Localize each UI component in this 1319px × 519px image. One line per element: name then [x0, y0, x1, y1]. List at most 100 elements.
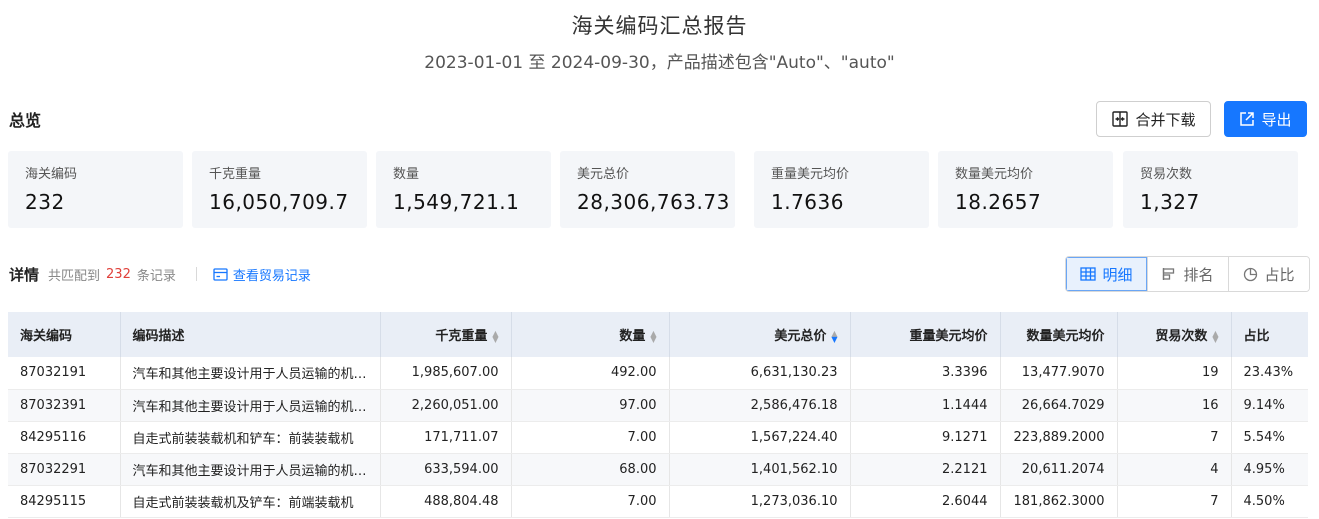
stat-card-quantity-avg-price: 数量美元均价 18.2657 [938, 151, 1113, 228]
rank-icon [1163, 268, 1175, 280]
view-rank-button[interactable]: 排名 [1147, 257, 1228, 291]
cell-total-usd: 2,586,476.18 [669, 389, 851, 422]
stat-label: 重量美元均价 [771, 167, 850, 182]
cell-quantity-avg: 26,664.7029 [1000, 389, 1118, 422]
cell-share: 4.50% [1231, 485, 1308, 518]
card-icon [213, 267, 228, 281]
export-button[interactable]: 导出 [1224, 101, 1307, 137]
cell-trade-count: 16 [1117, 389, 1232, 422]
cell-quantity: 7.00 [511, 421, 670, 454]
stat-value: 1,549,721.1 [393, 190, 520, 214]
export-label: 导出 [1261, 110, 1292, 129]
stat-value: 232 [25, 190, 65, 214]
stat-card-quantity: 数量 1,549,721.1 [376, 151, 551, 228]
view-trade-records-label: 查看贸易记录 [232, 268, 311, 284]
stat-value: 1.7636 [771, 190, 844, 214]
col-description: 编码描述 [120, 312, 381, 357]
cell-weight: 2,260,051.00 [380, 389, 512, 422]
divider [195, 267, 197, 281]
cell-hs-code: 87032291 [8, 453, 121, 486]
merge-download-label: 合并下载 [1135, 110, 1196, 129]
cell-hs-code: 87032191 [8, 357, 121, 390]
matched-count: 232 [106, 266, 131, 282]
cell-hs-code: 84295116 [8, 421, 121, 454]
matched-prefix: 共匹配到 [48, 268, 101, 284]
details-header: 详情 共匹配到 232 条记录 查看贸易记录 [9, 264, 311, 284]
cell-share: 4.95% [1231, 453, 1308, 486]
sort-icon[interactable]: ▲ ▼ [492, 329, 498, 343]
table-row[interactable]: 84295116 自走式前装装载机和铲车：前装装载机 171,711.07 7.… [8, 421, 1308, 454]
cell-trade-count: 4 [1117, 453, 1232, 486]
sort-icon[interactable]: ▲ ▼ [650, 329, 656, 343]
cell-weight-avg: 2.6044 [850, 485, 1001, 518]
col-weight[interactable]: 千克重量 ▲ ▼ [380, 312, 512, 357]
table-row[interactable]: 87032191 汽车和其他主要设计用于人员运输的机动车辆 1,985,607.… [8, 357, 1308, 390]
table-icon [1080, 267, 1097, 281]
report-title: 海关编码汇总报告 [571, 14, 748, 38]
cell-description: 自走式前装装载机和铲车：前装装载机 [120, 421, 381, 454]
cell-share: 9.14% [1231, 389, 1308, 422]
overview-title: 总览 [9, 111, 42, 130]
cell-hs-code: 84295115 [8, 485, 121, 518]
stat-card-weight-avg-price: 重量美元均价 1.7636 [754, 151, 929, 228]
view-share-label: 占比 [1264, 265, 1295, 284]
cell-description: 自走式前装装载机及铲车：前端装载机 [120, 485, 381, 518]
col-weight-avg: 重量美元均价 [850, 312, 1001, 357]
view-detail-label: 明细 [1102, 265, 1133, 284]
cell-weight-avg: 9.1271 [850, 421, 1001, 454]
cell-weight: 633,594.00 [380, 453, 512, 486]
cell-trade-count: 7 [1117, 485, 1232, 518]
sort-desc-active-icon[interactable]: ▲ ▼ [831, 329, 837, 343]
stat-value: 1,327 [1140, 190, 1200, 214]
cell-weight: 1,985,607.00 [380, 357, 512, 390]
cell-quantity-avg: 20,611.2074 [1000, 453, 1118, 486]
cell-quantity-avg: 13,477.9070 [1000, 357, 1118, 390]
cell-quantity: 97.00 [511, 389, 670, 422]
stat-card-trade-count: 贸易次数 1,327 [1123, 151, 1298, 228]
cell-weight: 488,804.48 [380, 485, 512, 518]
table-row[interactable]: 87032391 汽车和其他主要设计用于人员运输的机动车辆 2,260,051.… [8, 389, 1308, 422]
stat-label: 千克重量 [209, 167, 262, 182]
cell-quantity: 492.00 [511, 357, 670, 390]
cell-quantity-avg: 181,862.3000 [1000, 485, 1118, 518]
cell-total-usd: 1,401,562.10 [669, 453, 851, 486]
cell-weight-avg: 2.2121 [850, 453, 1001, 486]
view-trade-records-link[interactable]: 查看贸易记录 [213, 265, 311, 284]
col-share: 占比 [1231, 312, 1308, 357]
stat-label: 海关编码 [25, 167, 78, 182]
sort-icon[interactable]: ▲ ▼ [1212, 329, 1218, 343]
details-table: 海关编码 编码描述 千克重量 ▲ ▼ 数量 ▲ ▼ 美元总价 ▲ ▼ 重量美元均价 数量美元… [8, 312, 1308, 518]
view-rank-label: 排名 [1183, 265, 1214, 284]
view-toggle: 明细 排名 占比 [1065, 256, 1310, 292]
table-row[interactable]: 87032291 汽车和其他主要设计用于人员运输的机动车辆 633,594.00… [8, 453, 1308, 486]
stat-label: 数量美元均价 [955, 167, 1034, 182]
cell-total-usd: 1,567,224.40 [669, 421, 851, 454]
cell-weight-avg: 3.3396 [850, 357, 1001, 390]
matched-suffix: 条记录 [136, 268, 176, 284]
merge-icon [1112, 111, 1129, 127]
stat-card-total-usd: 美元总价 28,306,763.73 [560, 151, 735, 228]
view-detail-button[interactable]: 明细 [1066, 257, 1147, 291]
pie-chart-icon [1244, 267, 1258, 281]
export-icon [1240, 112, 1255, 126]
cell-trade-count: 19 [1117, 357, 1232, 390]
table-header-row: 海关编码 编码描述 千克重量 ▲ ▼ 数量 ▲ ▼ 美元总价 ▲ ▼ 重量美元均价 数量美元… [8, 312, 1308, 357]
col-quantity[interactable]: 数量 ▲ ▼ [511, 312, 670, 357]
cell-quantity-avg: 223,889.2000 [1000, 421, 1118, 454]
table-row[interactable]: 84295115 自走式前装装载机及铲车：前端装载机 488,804.48 7.… [8, 485, 1308, 518]
cell-total-usd: 6,631,130.23 [669, 357, 851, 390]
cell-share: 23.43% [1231, 357, 1308, 390]
cell-weight: 171,711.07 [380, 421, 512, 454]
col-trade-count[interactable]: 贸易次数 ▲ ▼ [1117, 312, 1232, 357]
stat-value: 28,306,763.73 [577, 190, 730, 214]
merge-download-button[interactable]: 合并下载 [1096, 101, 1211, 137]
stat-value: 16,050,709.7 [209, 190, 349, 214]
col-hs-code: 海关编码 [8, 312, 121, 357]
cell-hs-code: 87032391 [8, 389, 121, 422]
view-share-button[interactable]: 占比 [1228, 257, 1309, 291]
col-total-usd[interactable]: 美元总价 ▲ ▼ [669, 312, 851, 357]
stat-value: 18.2657 [955, 190, 1042, 214]
cell-description: 汽车和其他主要设计用于人员运输的机动车辆 [120, 357, 381, 390]
cell-quantity: 68.00 [511, 453, 670, 486]
cell-weight-avg: 1.1444 [850, 389, 1001, 422]
